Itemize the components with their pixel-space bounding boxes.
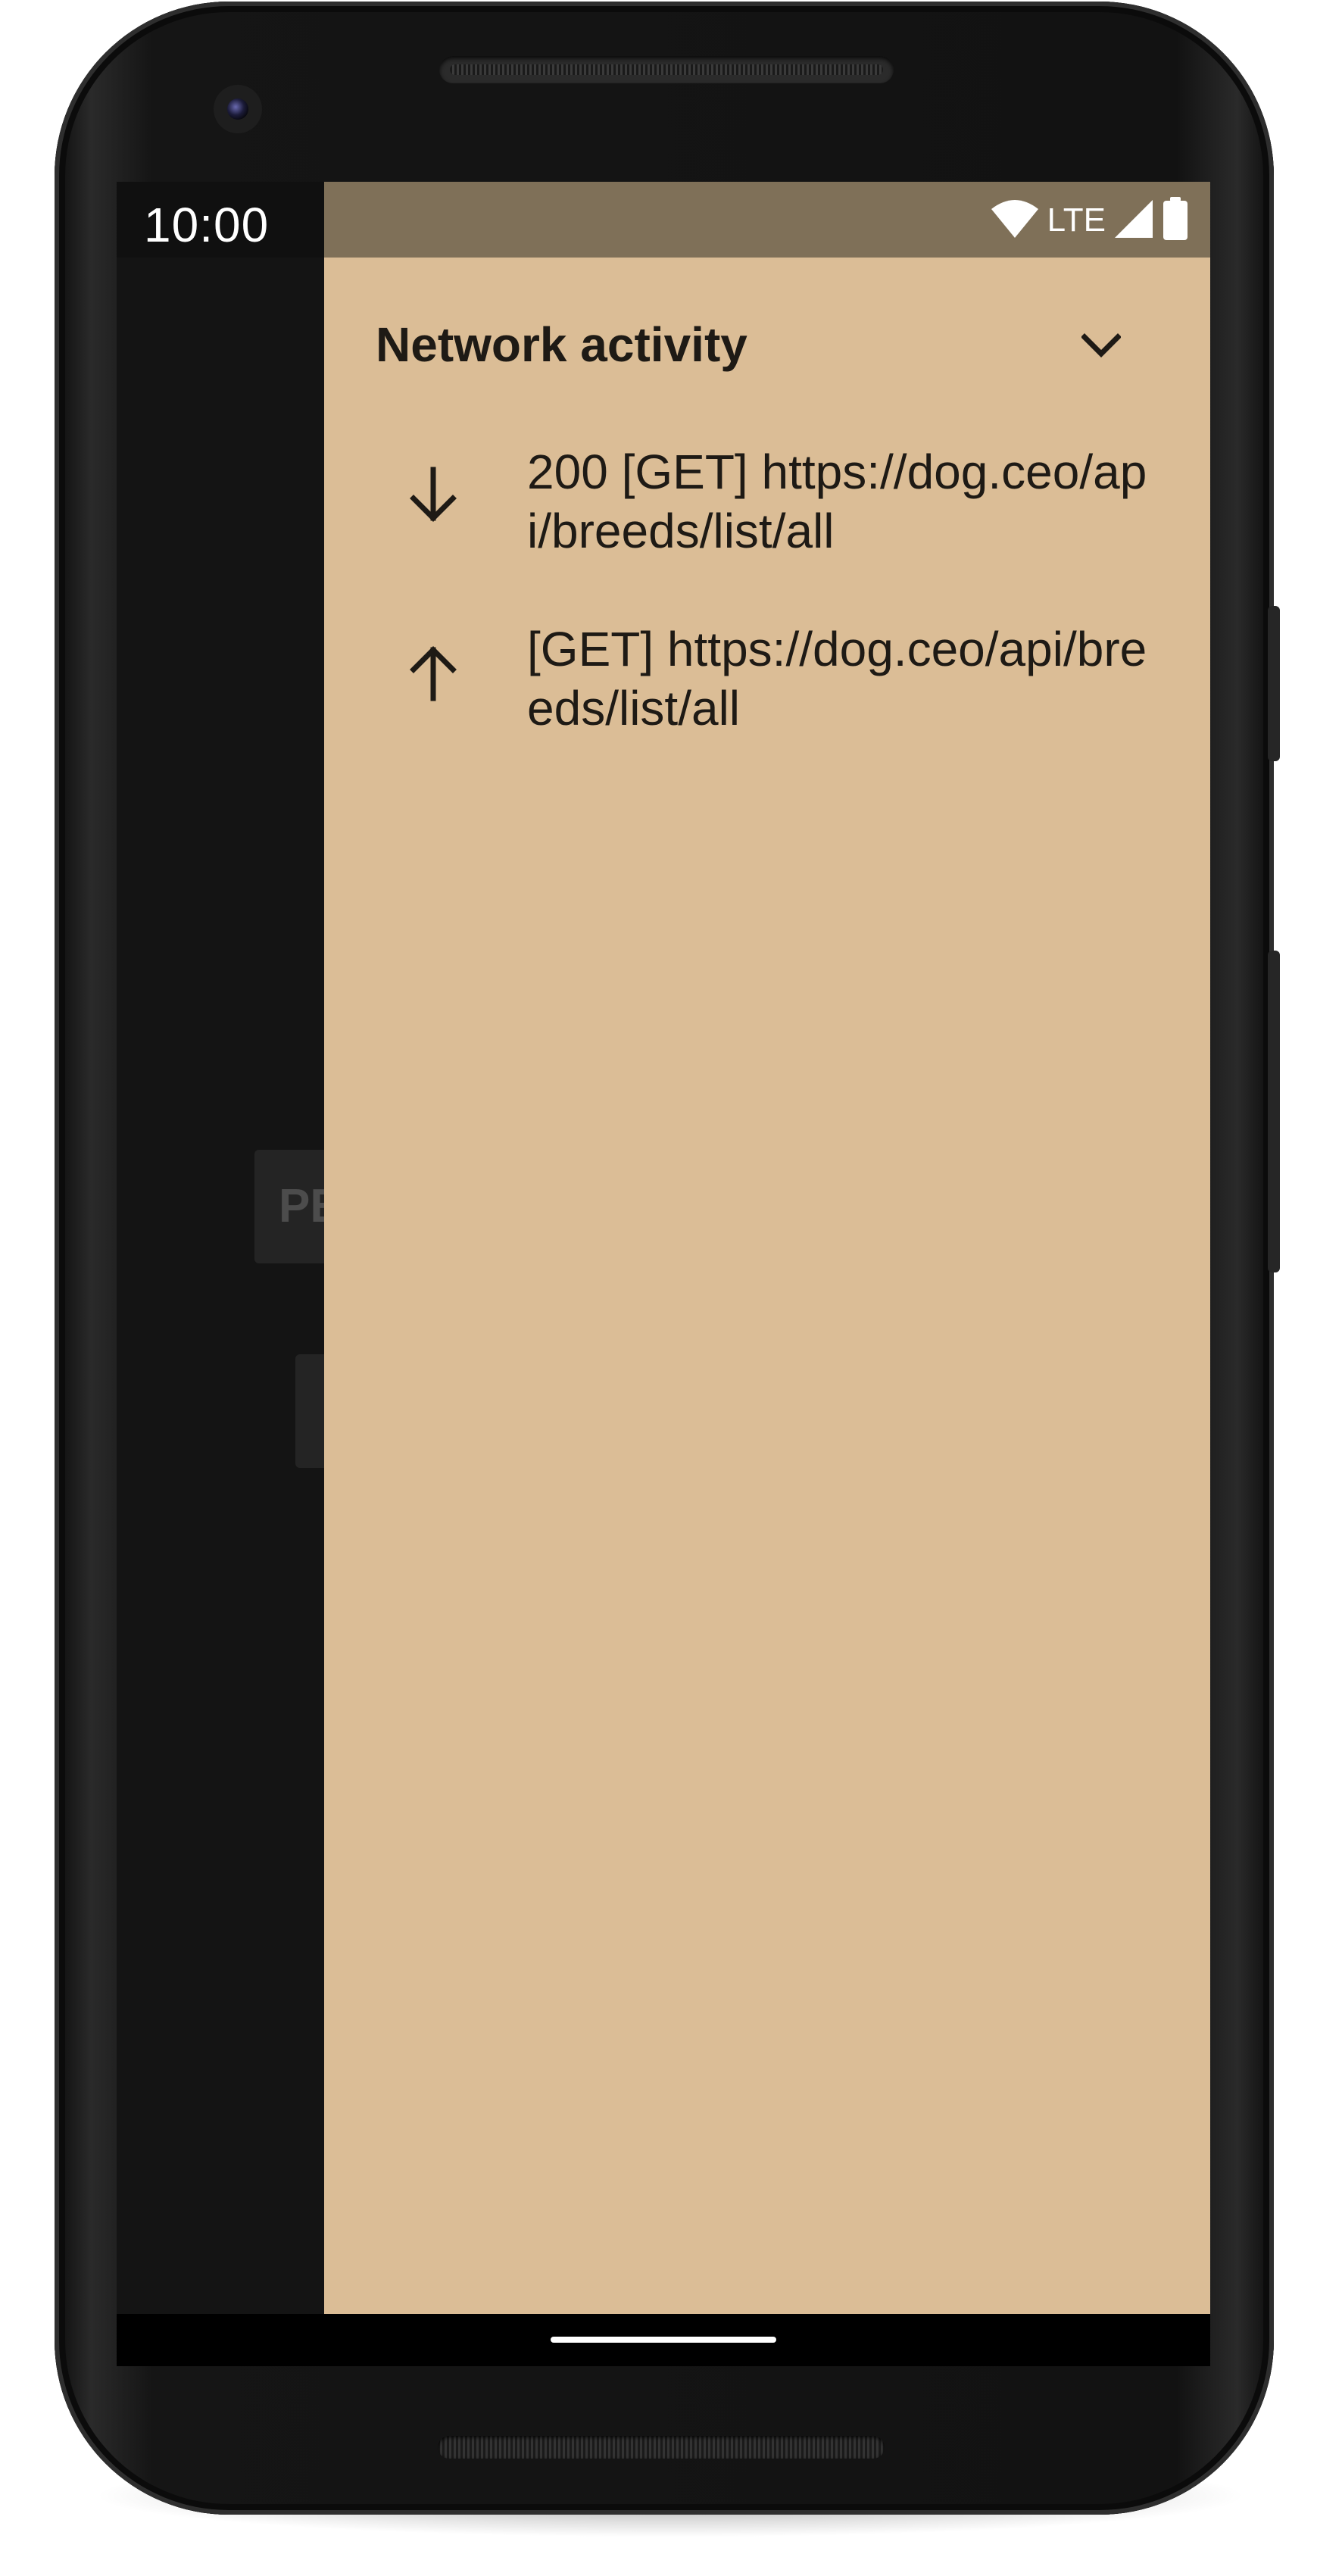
drawer-title: Network activity bbox=[376, 317, 747, 372]
collapse-button[interactable] bbox=[1069, 315, 1133, 379]
drawer-status-bar: LTE bbox=[324, 182, 1210, 258]
volume-button bbox=[1268, 951, 1280, 1272]
drawer-header: Network activity bbox=[324, 258, 1210, 432]
chevron-down-icon bbox=[1081, 333, 1122, 362]
battery-icon bbox=[1162, 196, 1189, 245]
earpiece-speaker bbox=[439, 56, 894, 83]
phone-screen: PE 10:00 LTE Network activity 200 [GET] … bbox=[117, 182, 1210, 2366]
network-log-entry[interactable]: 200 [GET] https://dog.ceo/api/breeds/lis… bbox=[324, 423, 1210, 597]
arrow-down-icon bbox=[397, 459, 470, 532]
network-type-label: LTE bbox=[1047, 201, 1106, 239]
cellular-signal-icon bbox=[1113, 198, 1154, 243]
status-time: 10:00 bbox=[144, 198, 270, 252]
network-log-text: [GET] https://dog.ceo/api/breeds/list/al… bbox=[527, 622, 1147, 735]
home-gesture-handle[interactable] bbox=[551, 2337, 776, 2343]
network-log-text: 200 [GET] https://dog.ceo/api/breeds/lis… bbox=[527, 445, 1147, 558]
status-icons: LTE bbox=[990, 196, 1189, 245]
network-activity-drawer: Network activity 200 [GET] https://dog.c… bbox=[324, 258, 1210, 2314]
wifi-icon bbox=[990, 198, 1040, 243]
power-button bbox=[1268, 606, 1280, 761]
network-log-entry[interactable]: [GET] https://dog.ceo/api/breeds/list/al… bbox=[324, 600, 1210, 774]
arrow-up-icon bbox=[397, 636, 470, 709]
bottom-speaker bbox=[438, 2436, 885, 2459]
front-camera bbox=[214, 85, 262, 133]
navigation-bar bbox=[117, 2314, 1210, 2366]
